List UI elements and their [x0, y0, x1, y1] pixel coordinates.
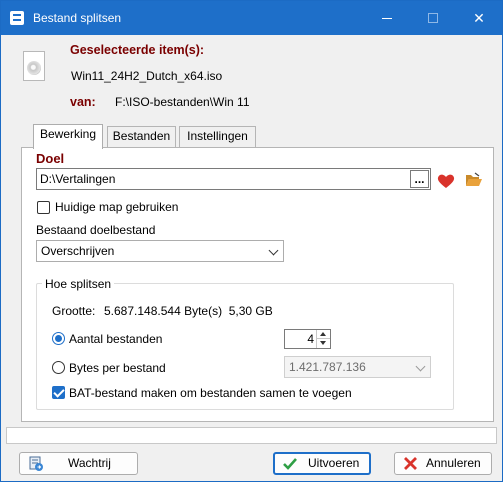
count-option-label: Aantal bestanden — [69, 332, 163, 346]
title-bar: Bestand splitsen ✕ — [1, 1, 502, 35]
maximize-button — [410, 1, 456, 35]
split-group-label: Hoe splitsen — [42, 277, 115, 291]
bytes-per-file-select: 1.421.787.136 — [284, 356, 431, 378]
tab-bestanden[interactable]: Bestanden — [107, 126, 176, 147]
file-count-value: 4 — [307, 332, 314, 346]
existing-file-label: Bestaand doelbestand — [36, 223, 156, 237]
stepper-down-icon[interactable] — [316, 339, 330, 348]
size-label: Grootte: — [52, 304, 96, 318]
bytes-per-file-value: 1.421.787.136 — [289, 360, 366, 374]
from-path: F:\ISO-bestanden\Win 11 — [115, 95, 250, 109]
close-icon: ✕ — [473, 10, 485, 26]
minimize-button[interactable] — [364, 1, 410, 35]
minimize-icon — [382, 18, 392, 19]
from-label: van: — [70, 95, 96, 109]
cancel-button[interactable]: Annuleren — [394, 452, 492, 475]
close-button[interactable]: ✕ — [456, 1, 502, 35]
tab-bewerking[interactable]: Bewerking — [33, 124, 103, 149]
cancel-button-label: Annuleren — [426, 456, 481, 470]
bat-file-label: BAT-bestand maken om bestanden samen te … — [69, 386, 352, 400]
use-current-folder-checkbox[interactable] — [37, 201, 50, 214]
maximize-icon — [428, 13, 438, 23]
queue-button-label: Wachtrij — [68, 456, 111, 470]
checkmark-icon — [283, 458, 297, 470]
tab-label: Bewerking — [39, 127, 97, 141]
stepper-up-icon[interactable] — [316, 330, 330, 339]
target-path-value: D:\Vertalingen — [40, 172, 116, 186]
favorite-heart-icon[interactable] — [437, 173, 455, 189]
queue-button[interactable]: Wachtrij — [19, 452, 138, 475]
window-title: Bestand splitsen — [33, 11, 122, 25]
selected-file-name: Win11_24H2_Dutch_x64.iso — [71, 69, 223, 83]
progress-bar — [6, 427, 497, 444]
chevron-down-icon — [415, 361, 426, 372]
queue-icon — [29, 456, 43, 471]
chevron-down-icon — [268, 245, 279, 256]
use-current-folder-label: Huidige map gebruiken — [55, 200, 179, 214]
size-value: 5.687.148.544 Byte(s) 5,30 GB — [104, 304, 273, 318]
disc-file-icon — [23, 51, 45, 81]
existing-file-select[interactable]: Overschrijven — [36, 240, 284, 262]
existing-file-selected: Overschrijven — [41, 244, 115, 258]
file-count-stepper[interactable]: 4 — [284, 329, 331, 349]
dialog-window: Bestand splitsen ✕ Geselecteerde item(s)… — [0, 0, 503, 482]
cancel-x-icon — [404, 457, 417, 470]
bat-file-checkbox[interactable] — [52, 386, 65, 399]
browse-button[interactable]: ... — [410, 170, 429, 188]
execute-button-label: Uitvoeren — [308, 456, 360, 470]
bytes-option-radio[interactable] — [52, 361, 65, 374]
tab-label: Bestanden — [112, 129, 171, 143]
bytes-option-label: Bytes per bestand — [69, 361, 166, 375]
target-path-input[interactable]: D:\Vertalingen — [36, 168, 431, 190]
execute-button[interactable]: Uitvoeren — [273, 452, 371, 475]
target-section-title: Doel — [36, 151, 65, 166]
tab-label: Instellingen — [187, 129, 248, 143]
tab-instellingen[interactable]: Instellingen — [179, 126, 256, 147]
count-option-radio[interactable] — [52, 332, 65, 345]
selected-items-label: Geselecteerde item(s): — [70, 43, 205, 57]
split-app-icon — [10, 11, 24, 25]
open-folder-icon[interactable] — [465, 172, 483, 188]
